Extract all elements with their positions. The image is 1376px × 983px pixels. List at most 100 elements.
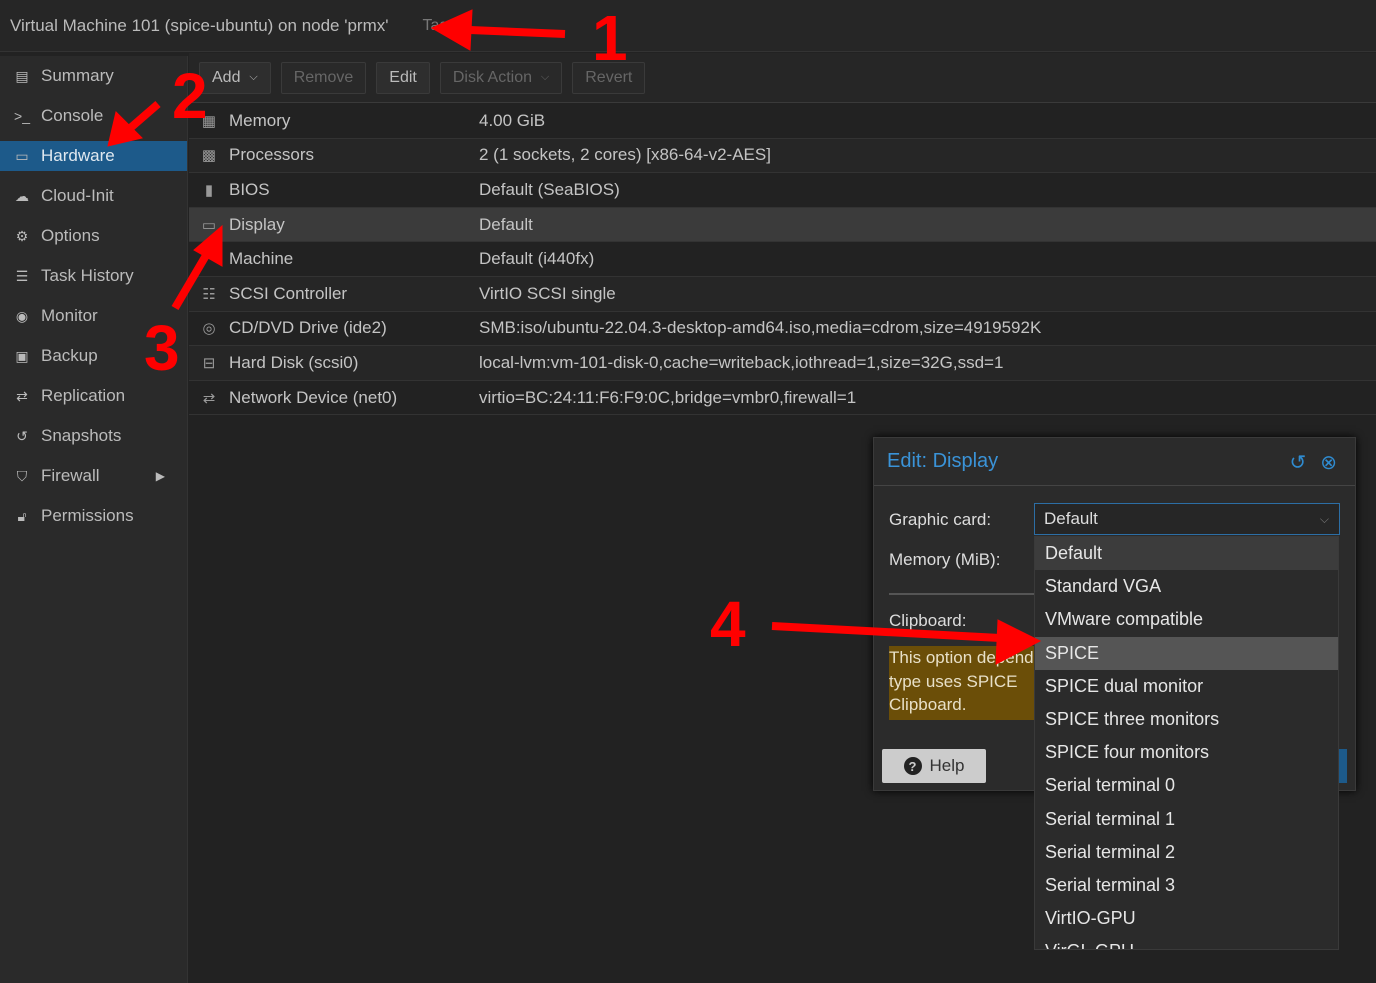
help-button[interactable]: ? Help bbox=[882, 749, 986, 783]
row-value: Default (i440fx) bbox=[479, 249, 595, 269]
row-value: virtio=BC:24:11:F6:F9:0C,bridge=vmbr0,fi… bbox=[479, 387, 857, 407]
monitor-icon: ▭ bbox=[15, 147, 29, 164]
unlock-icon: 🔓︎ bbox=[17, 507, 27, 524]
option-vmware[interactable]: VMware compatible bbox=[1035, 603, 1338, 636]
table-row[interactable]: ▭ Display Default bbox=[189, 207, 1376, 243]
disk-action-label: Disk Action bbox=[452, 68, 532, 86]
sidebar-item-label: Task History bbox=[41, 266, 134, 285]
sidebar-item-hardware[interactable]: ▭ Hardware bbox=[0, 141, 187, 171]
graphic-card-dropdown: Default Standard VGA VMware compatible S… bbox=[1034, 536, 1339, 950]
graphic-card-label: Graphic card: bbox=[889, 510, 992, 529]
desktop-icon: ▭ bbox=[201, 216, 217, 234]
row-name: Memory bbox=[229, 110, 291, 130]
option-serial-3[interactable]: Serial terminal 3 bbox=[1035, 869, 1338, 902]
tags-edit[interactable]: Tags bbox=[423, 17, 457, 35]
row-name: Machine bbox=[229, 249, 294, 269]
option-spice[interactable]: SPICE bbox=[1035, 636, 1338, 670]
help-label: Help bbox=[929, 756, 965, 775]
disk-action-button[interactable]: Disk Action ⌵ bbox=[439, 61, 563, 94]
close-icon[interactable]: ⊗ bbox=[1320, 450, 1337, 475]
annotation-2: 2 bbox=[172, 60, 208, 132]
eye-icon: ◉ bbox=[15, 307, 29, 324]
annotation-3: 3 bbox=[144, 312, 180, 384]
graphic-card-value: Default bbox=[1044, 509, 1098, 528]
table-row[interactable]: ▩ Processors 2 (1 sockets, 2 cores) [x86-6… bbox=[189, 138, 1376, 174]
gear-icon: ⚙ bbox=[15, 227, 29, 244]
expand-arrow-icon[interactable]: ▶ bbox=[156, 469, 165, 483]
chevron-down-icon: ⌵ bbox=[540, 71, 550, 83]
sidebar-item-firewall[interactable]: ⛉ Firewall ▶ bbox=[0, 456, 187, 496]
option-standard-vga[interactable]: Standard VGA bbox=[1035, 570, 1338, 603]
option-virgl-gpu[interactable]: VirGL GPU bbox=[1035, 935, 1338, 949]
row-value: local-lvm:vm-101-disk-0,cache=writeback,… bbox=[479, 352, 1004, 372]
graphic-card-select[interactable]: Default ⌵ bbox=[1034, 503, 1340, 535]
option-serial-1[interactable]: Serial terminal 1 bbox=[1035, 803, 1338, 836]
sidebar-item-permissions[interactable]: 🔓︎ Permissions bbox=[0, 496, 187, 536]
sidebar-item-label: Options bbox=[41, 226, 100, 245]
chip-icon: ▮ bbox=[204, 181, 214, 199]
vm-title: Virtual Machine 101 (spice-ubuntu) on no… bbox=[10, 15, 389, 35]
row-value: 2 (1 sockets, 2 cores) [x86-64-v2-AES] bbox=[479, 145, 771, 165]
sidebar-item-label: Summary bbox=[41, 66, 114, 85]
chevron-down-icon: ⌵ bbox=[1319, 511, 1329, 526]
sidebar: ▤ Summary >_ Console ▭ Hardware ☁ Cloud-Init… bbox=[0, 56, 188, 983]
add-label: Add bbox=[212, 68, 241, 86]
divider bbox=[889, 593, 1039, 595]
row-name: Display bbox=[229, 214, 285, 234]
shield-icon: ⛉ bbox=[16, 467, 28, 484]
row-name: Hard Disk (scsi0) bbox=[229, 352, 359, 372]
sidebar-item-label: Backup bbox=[41, 346, 98, 365]
title-bar: Virtual Machine 101 (spice-ubuntu) on no… bbox=[0, 0, 1376, 52]
sidebar-item-label: Console bbox=[41, 106, 104, 125]
sidebar-item-task-history[interactable]: ☰ Task History bbox=[0, 256, 187, 296]
memory-label: Memory (MiB): bbox=[889, 550, 1001, 569]
option-spice-dual[interactable]: SPICE dual monitor bbox=[1035, 670, 1338, 703]
row-name: BIOS bbox=[229, 179, 270, 199]
sidebar-item-snapshots[interactable]: ↺ Snapshots bbox=[0, 416, 187, 456]
sidebar-item-summary[interactable]: ▤ Summary bbox=[0, 56, 187, 96]
option-serial-0[interactable]: Serial terminal 0 bbox=[1035, 769, 1338, 802]
edit-button[interactable]: Edit bbox=[376, 61, 430, 94]
sidebar-item-options[interactable]: ⚙ Options bbox=[0, 216, 187, 256]
cdrom-icon: ◎ bbox=[202, 320, 216, 338]
warning-line: This option depend bbox=[889, 648, 1034, 667]
exchange-icon: ⇄ bbox=[202, 389, 216, 407]
sidebar-item-label: Replication bbox=[41, 386, 126, 405]
table-row[interactable]: Machine Default (i440fx) bbox=[189, 242, 1376, 277]
warning-line: type uses SPICE bbox=[889, 671, 1018, 691]
option-virtio-gpu[interactable]: VirtIO-GPU bbox=[1035, 902, 1338, 935]
annotation-1: 1 bbox=[592, 2, 628, 74]
sidebar-item-label: Firewall bbox=[41, 466, 100, 485]
remove-button[interactable]: Remove bbox=[280, 61, 367, 94]
sidebar-item-label: Cloud-Init bbox=[41, 186, 114, 205]
sidebar-item-label: Snapshots bbox=[41, 426, 122, 445]
table-row[interactable]: ▦ Memory 4.00 GiB bbox=[189, 104, 1376, 139]
sidebar-item-cloud-init[interactable]: ☁ Cloud-Init bbox=[0, 176, 187, 216]
cloud-icon: ☁ bbox=[15, 187, 29, 204]
terminal-icon: >_ bbox=[14, 108, 30, 124]
option-spice-three[interactable]: SPICE three monitors bbox=[1035, 703, 1338, 736]
add-button[interactable]: Add ⌵ bbox=[199, 61, 271, 94]
hdd-icon: ⊟ bbox=[202, 354, 216, 372]
table-row[interactable]: ⊟ Hard Disk (scsi0) local-lvm:vm-101-disk-… bbox=[189, 346, 1376, 381]
toolbar: Add ⌵ Remove Edit Disk Action ⌵ Revert bbox=[189, 53, 1376, 103]
clipboard-warning: This option depend type uses SPICE Clipb… bbox=[889, 646, 1039, 720]
history-icon: ↺ bbox=[16, 427, 28, 444]
option-spice-four[interactable]: SPICE four monitors bbox=[1035, 736, 1338, 769]
question-icon: ? bbox=[903, 757, 922, 775]
row-name: CD/DVD Drive (ide2) bbox=[229, 318, 387, 338]
sidebar-item-console[interactable]: >_ Console bbox=[0, 96, 187, 136]
row-value: 4.00 GiB bbox=[479, 110, 546, 130]
option-default[interactable]: Default bbox=[1035, 537, 1338, 571]
chevron-down-icon: ⌵ bbox=[249, 71, 258, 83]
retweet-icon: ⇄ bbox=[16, 387, 28, 404]
table-row[interactable]: ☷ SCSI Controller VirtIO SCSI single bbox=[189, 276, 1376, 312]
reset-icon[interactable]: ↺ bbox=[1289, 450, 1306, 475]
table-row[interactable]: ◎ CD/DVD Drive (ide2) SMB:iso/ubuntu-22.04… bbox=[189, 311, 1376, 347]
option-serial-2[interactable]: Serial terminal 2 bbox=[1035, 836, 1338, 869]
table-row[interactable]: ⇄ Network Device (net0) virtio=BC:24:11:F6… bbox=[189, 380, 1376, 416]
floppy-icon: ▣ bbox=[15, 347, 29, 364]
clipboard-label: Clipboard: bbox=[889, 611, 967, 630]
table-row[interactable]: ▮ BIOS Default (SeaBIOS) bbox=[189, 173, 1376, 208]
warning-line: Clipboard. bbox=[889, 695, 967, 714]
